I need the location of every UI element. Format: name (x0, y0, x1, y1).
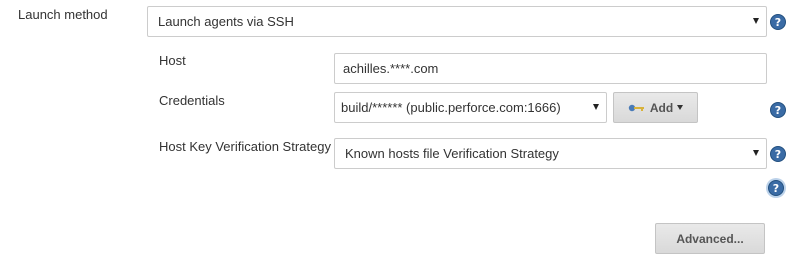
advanced-button[interactable]: Advanced... (655, 223, 765, 254)
credentials-label: Credentials (159, 93, 225, 108)
add-button-label: Add (649, 100, 674, 115)
host-key-strategy-label: Host Key Verification Strategy (159, 139, 331, 154)
credentials-value: build/****** (public.perforce.com:1666) (341, 100, 561, 115)
add-credentials-button[interactable]: Add (613, 92, 698, 123)
caret-down-icon (593, 104, 599, 110)
launch-method-select[interactable]: Launch agents via SSH (147, 6, 767, 37)
help-icon[interactable]: ? (768, 180, 784, 196)
key-icon (628, 104, 644, 111)
credentials-select[interactable]: build/****** (public.perforce.com:1666) (334, 92, 607, 123)
launch-method-label: Launch method (18, 7, 108, 22)
help-icon[interactable]: ? (770, 102, 786, 118)
host-value: achilles.****.com (343, 61, 439, 76)
host-key-strategy-value: Known hosts file Verification Strategy (345, 146, 559, 161)
caret-down-icon (753, 150, 759, 156)
host-label: Host (159, 53, 186, 68)
help-icon[interactable]: ? (770, 14, 786, 30)
caret-down-icon (677, 105, 684, 110)
host-input[interactable]: achilles.****.com (334, 53, 767, 84)
caret-down-icon (753, 18, 759, 24)
help-icon[interactable]: ? (770, 146, 786, 162)
host-key-strategy-select[interactable]: Known hosts file Verification Strategy (334, 138, 767, 169)
launch-method-value: Launch agents via SSH (158, 14, 294, 29)
